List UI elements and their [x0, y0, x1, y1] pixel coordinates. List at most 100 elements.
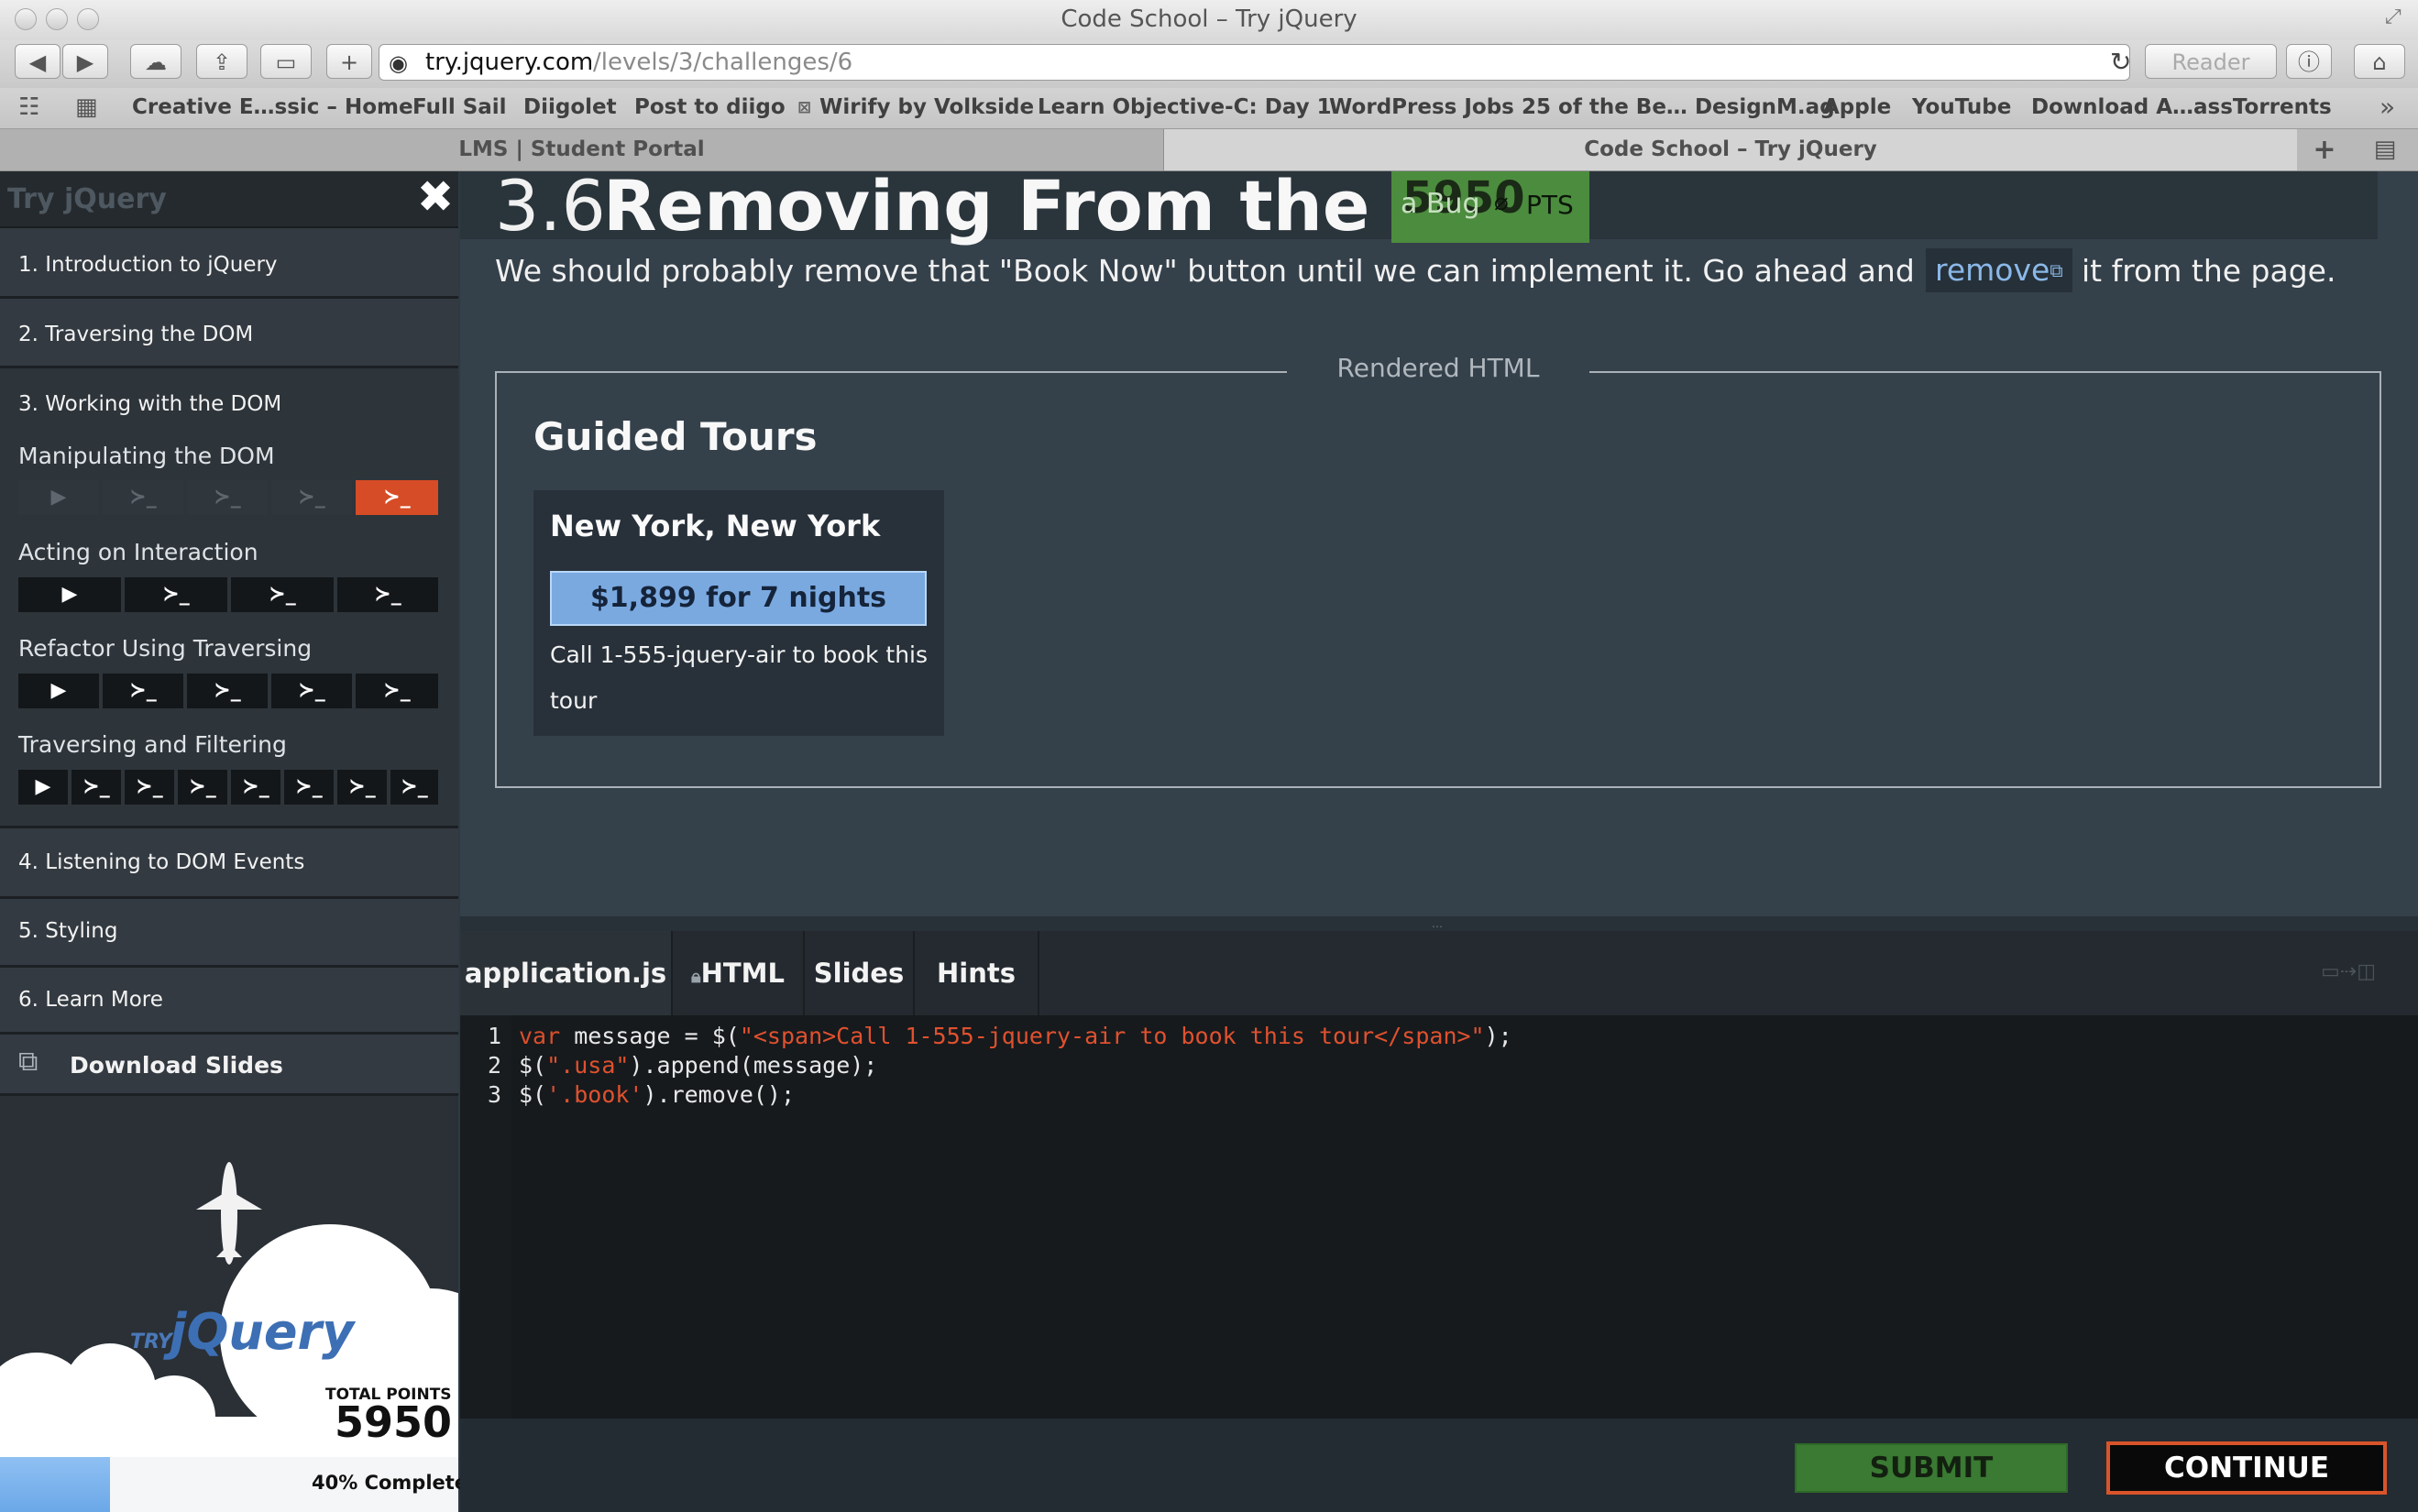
challenge-code[interactable]: ≻_: [271, 480, 352, 515]
share-button[interactable]: ⇪: [196, 44, 247, 79]
bookmark-item[interactable]: Apple: [1823, 95, 1891, 119]
challenge-number: 3.6: [495, 165, 606, 247]
code-line-1[interactable]: var message = $("<span>Call 1-555-jquery…: [519, 1023, 1512, 1049]
code-line-2[interactable]: $(".usa").append(message);: [519, 1052, 877, 1079]
bookmark-item[interactable]: Download A…assTorrents: [2031, 95, 2332, 119]
bookmark-item[interactable]: 25 of the Be… DesignM.ag: [1522, 95, 1835, 119]
slides-icon: ⧉: [18, 1046, 38, 1078]
bookmark-item[interactable]: Wirify by Volkside: [819, 95, 1034, 119]
tab-html[interactable]: 🔒︎HTML: [673, 931, 805, 1015]
bookmarks-grid-icon[interactable]: ▦: [75, 93, 98, 121]
downloads-button[interactable]: ⓘ: [2286, 44, 2332, 79]
reload-icon[interactable]: ↻: [2110, 47, 2131, 77]
challenge-code[interactable]: ≻_: [103, 480, 183, 515]
challenge-code[interactable]: ≻_: [187, 480, 268, 515]
challenge-code[interactable]: ≻_: [356, 674, 438, 708]
brand-jquery-label: jQuery: [170, 1303, 355, 1361]
challenge-code[interactable]: ≻_: [390, 770, 438, 805]
code-string: ".usa": [546, 1052, 630, 1079]
challenge-code[interactable]: ≻_: [337, 577, 438, 612]
code-line-3[interactable]: $('.book').remove();: [519, 1081, 795, 1108]
instruction-text-end: it from the page.: [2082, 253, 2336, 289]
challenge-code-current[interactable]: ≻_: [356, 480, 438, 515]
bookmark-item[interactable]: Diigolet: [523, 95, 617, 119]
line-number: 1: [488, 1023, 502, 1049]
home-icon: ⌂: [2372, 49, 2387, 75]
challenge-code[interactable]: ≻_: [71, 770, 121, 805]
line-gutter: [460, 1015, 511, 1419]
submit-button[interactable]: SUBMIT: [1795, 1443, 2068, 1493]
level-3-label[interactable]: 3. Working with the DOM: [18, 392, 281, 416]
level-6-label: 6. Learn More: [18, 988, 163, 1012]
lock-icon: 🔒︎: [690, 965, 701, 987]
challenge-code[interactable]: ≻_: [125, 577, 227, 612]
code-text: message = $(: [560, 1023, 740, 1049]
remove-doc-link[interactable]: remove⧉: [1926, 248, 2072, 292]
code-text: ).append(message);: [629, 1052, 878, 1079]
bookmark-item[interactable]: Creative E…ssic – Home: [132, 95, 413, 119]
code-text: );: [1484, 1023, 1512, 1049]
tab-application-js[interactable]: application.js: [460, 931, 673, 1015]
points-label: PTS: [1526, 190, 1574, 220]
challenge-code[interactable]: ≻_: [103, 674, 183, 708]
bookmark-item[interactable]: Full Sail: [412, 95, 507, 119]
new-tab-icon: +: [339, 49, 359, 75]
topsites-button[interactable]: ▭: [260, 44, 312, 79]
back-button[interactable]: ◀: [15, 44, 60, 79]
bookmark-item[interactable]: WordPress Jobs: [1329, 95, 1514, 119]
reading-list-icon[interactable]: ☷: [18, 93, 39, 121]
download-slides-label: Download Slides: [70, 1052, 283, 1079]
close-sidebar-icon[interactable]: ✖: [416, 175, 455, 219]
bookmark-item[interactable]: Learn Objective-C: Day 1: [1038, 95, 1332, 119]
new-tab-plus-icon[interactable]: +: [2299, 129, 2350, 170]
bookmarks-overflow-icon[interactable]: »: [2380, 92, 2395, 122]
challenge-video[interactable]: ▶: [18, 674, 99, 708]
challenge-code[interactable]: ≻_: [271, 674, 352, 708]
code-text: $(: [519, 1081, 547, 1108]
challenge-video[interactable]: ▶: [18, 577, 121, 612]
airplane-icon: [196, 1162, 262, 1265]
level-1-label: 1. Introduction to jQuery: [18, 253, 278, 277]
share-icon: ⇪: [212, 49, 232, 75]
challenge-code[interactable]: ≻_: [231, 770, 280, 805]
icloud-button[interactable]: ☁: [130, 44, 181, 79]
address-bar[interactable]: ◉ try.jquery.com /levels/3/challenges/6 …: [379, 44, 2131, 81]
challenge-code[interactable]: ≻_: [125, 770, 174, 805]
continue-button[interactable]: CONTINUE: [2106, 1441, 2387, 1495]
url-host: try.jquery.com: [425, 49, 594, 76]
challenge-code[interactable]: ≻_: [187, 674, 268, 708]
editor-resize-handle[interactable]: ⋯: [460, 916, 2418, 933]
section-traversing-filtering: Traversing and Filtering: [18, 731, 287, 758]
total-points-value: 5950: [335, 1397, 453, 1447]
window-title: Code School – Try jQuery: [1061, 5, 1357, 33]
section-manipulating-dom: Manipulating the DOM: [18, 443, 275, 469]
tab-hints[interactable]: Hints: [915, 931, 1039, 1015]
challenge-video[interactable]: ▶: [18, 480, 99, 515]
challenge-code[interactable]: ≻_: [231, 577, 334, 612]
layout-toggle-icon[interactable]: ▭⇢◫: [2321, 960, 2376, 983]
bug-icon: ⌀: [1494, 189, 1509, 216]
challenge-code[interactable]: ≻_: [178, 770, 227, 805]
home-button[interactable]: ⌂: [2354, 44, 2405, 79]
bookmarklet-icon: ⊠: [797, 98, 812, 117]
challenge-code[interactable]: ≻_: [337, 770, 387, 805]
code-string: '.book': [546, 1081, 643, 1108]
challenge-video[interactable]: ▶: [18, 770, 68, 805]
remove-doc-link-label: remove: [1935, 252, 2050, 288]
bookmark-item[interactable]: YouTube: [1912, 95, 2011, 119]
rendered-html-title: Rendered HTML: [1287, 353, 1589, 383]
brand-try-label: TRY: [130, 1331, 172, 1353]
tab-overview-icon[interactable]: ▤: [2359, 129, 2411, 170]
tab-slides[interactable]: Slides: [805, 931, 915, 1015]
challenge-code[interactable]: ≻_: [284, 770, 334, 805]
level-5-label: 5. Styling: [18, 919, 118, 943]
progress-fill: [0, 1457, 110, 1512]
bookmark-item[interactable]: Post to diigo: [634, 95, 786, 119]
reader-button[interactable]: Reader: [2145, 44, 2277, 79]
report-bug-link[interactable]: a Bug: [1401, 188, 1480, 220]
new-tab-button[interactable]: +: [326, 44, 372, 79]
fullscreen-icon[interactable]: ⤢: [2385, 5, 2402, 28]
tour-city: New York, New York: [550, 509, 881, 543]
forward-button[interactable]: ▶: [62, 44, 108, 79]
sidebar-title: Try jQuery: [7, 183, 167, 215]
